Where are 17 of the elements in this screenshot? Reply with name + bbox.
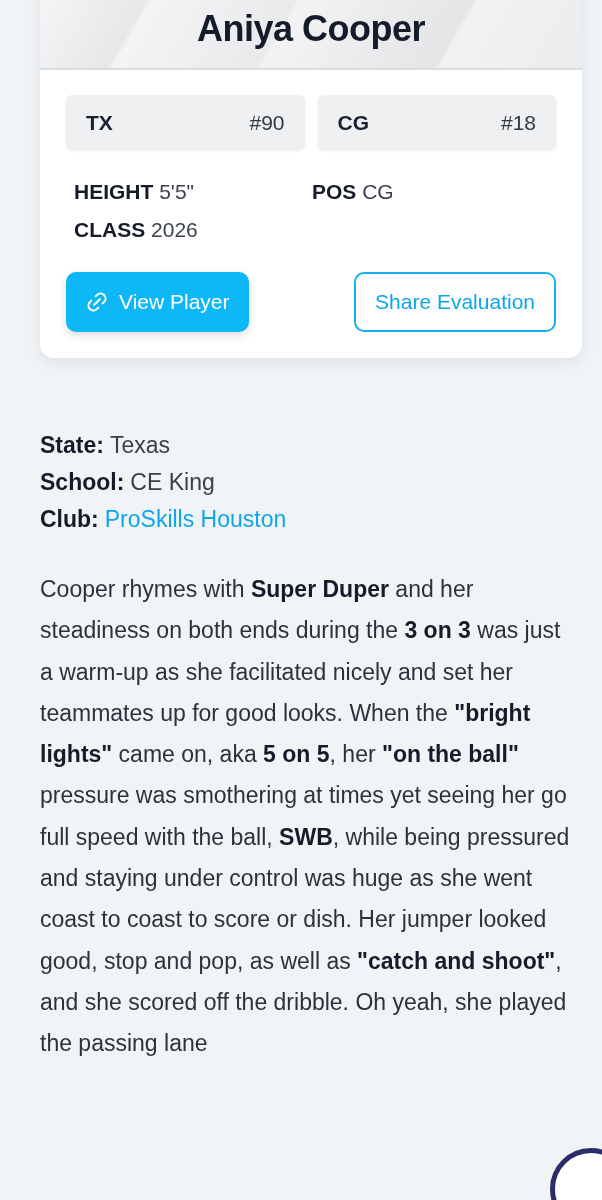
share-button[interactable]: Share Evaluation xyxy=(354,272,556,332)
view-player-button[interactable]: View Player xyxy=(66,272,249,332)
info-label: Club: xyxy=(40,506,99,533)
badge-rank: #18 xyxy=(500,110,536,135)
badge-rank: #90 xyxy=(249,110,285,135)
info-value: Texas xyxy=(109,432,170,459)
info-label: School: xyxy=(40,469,125,496)
info-label: State: xyxy=(40,432,104,459)
badge-label: CG xyxy=(337,110,369,135)
player-name: Aniya Cooper xyxy=(196,8,425,50)
badge-label: TX xyxy=(86,110,113,135)
info-value: CE King xyxy=(130,469,215,496)
evaluation-text: Cooper rhymes with Super Duper and her steadiness on both ends during the 3 on 3 was just a warm-up as she facilitated nicely and set her teammates up for good looks. When the "bright lights" came on, aka 5 on 5, her "on the ball" pressure was smothering at times yet seeing her go full speed with the ball, SWB, while being pressured and staying under control was huge as she went coast to coast to score or dish. Her jumper looked good, stop and pop, as well as "catch and shoot", and she scored off the dribble. Oh yeah, she played the passing lane xyxy=(40,575,571,1059)
player-detail: CLASS 2026 xyxy=(74,218,199,242)
player-detail: HEIGHT 5'5" xyxy=(74,180,195,204)
club-link[interactable]: ProSkills Houston xyxy=(104,506,287,533)
player-detail: POS CG xyxy=(312,180,395,204)
